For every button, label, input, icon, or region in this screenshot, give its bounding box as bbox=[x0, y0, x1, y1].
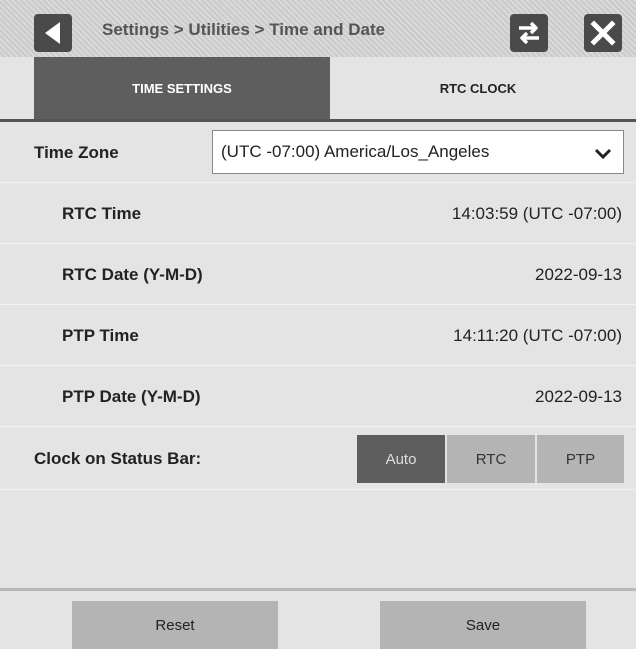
footer-bar: Reset Save bbox=[0, 588, 636, 649]
rtc-time-value: 14:03:59 (UTC -07:00) bbox=[451, 203, 622, 223]
rtc-time-label: RTC Time bbox=[62, 203, 142, 223]
rtc-date-label: RTC Date (Y-M-D) bbox=[62, 264, 203, 284]
swap-arrows-icon bbox=[519, 21, 539, 45]
header-bar: Settings > Utilities > Time and Date bbox=[0, 0, 636, 57]
ptp-date-value: 2022-09-13 bbox=[535, 386, 622, 406]
close-button[interactable] bbox=[584, 14, 622, 52]
ptp-date-label: PTP Date (Y-M-D) bbox=[62, 386, 201, 406]
reset-button[interactable]: Reset bbox=[72, 601, 278, 649]
tab-bar: TIME SETTINGS RTC CLOCK bbox=[0, 57, 636, 119]
close-icon bbox=[590, 20, 616, 46]
breadcrumb: Settings > Utilities > Time and Date bbox=[102, 20, 386, 39]
clock-option-ptp[interactable]: PTP bbox=[537, 435, 624, 483]
clock-option-auto[interactable]: Auto bbox=[357, 435, 445, 483]
ptp-date-row: PTP Date (Y-M-D) 2022-09-13 bbox=[0, 366, 636, 427]
tab-rtc-clock[interactable]: RTC CLOCK bbox=[330, 57, 626, 119]
save-button[interactable]: Save bbox=[380, 601, 586, 649]
time-zone-select[interactable]: (UTC -07:00) America/Los_Angeles bbox=[212, 130, 624, 174]
back-button[interactable] bbox=[34, 14, 72, 52]
ptp-time-row: PTP Time 14:11:20 (UTC -07:00) bbox=[0, 305, 636, 366]
rtc-time-row: RTC Time 14:03:59 (UTC -07:00) bbox=[0, 183, 636, 244]
chevron-down-icon bbox=[594, 148, 612, 160]
ptp-time-value: 14:11:20 (UTC -07:00) bbox=[453, 325, 622, 345]
clock-option-rtc[interactable]: RTC bbox=[447, 435, 535, 483]
time-zone-value: (UTC -07:00) America/Los_Angeles bbox=[221, 142, 490, 161]
tab-time-settings[interactable]: TIME SETTINGS bbox=[34, 57, 330, 119]
time-zone-label: Time Zone bbox=[34, 142, 119, 162]
back-arrow-icon bbox=[45, 22, 60, 44]
rtc-date-value: 2022-09-13 bbox=[535, 264, 622, 284]
swap-button[interactable] bbox=[510, 14, 548, 52]
status-bar-clock-label: Clock on Status Bar: bbox=[34, 448, 202, 468]
rtc-date-row: RTC Date (Y-M-D) 2022-09-13 bbox=[0, 244, 636, 305]
ptp-time-label: PTP Time bbox=[62, 325, 139, 345]
